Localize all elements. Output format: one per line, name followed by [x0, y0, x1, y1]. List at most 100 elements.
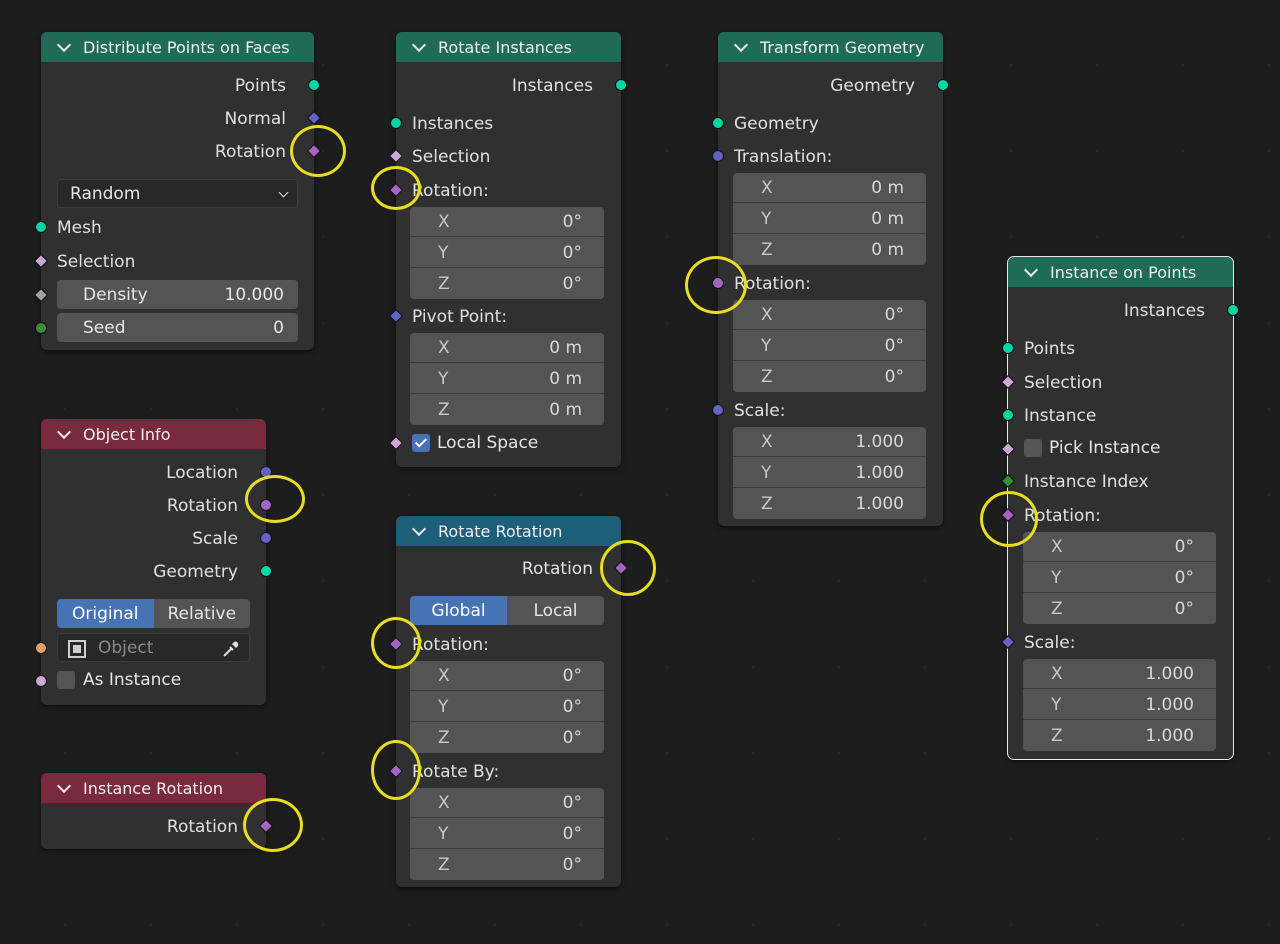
rotation-y-field[interactable]: Y 0°	[410, 238, 604, 268]
collapse-chevron-icon[interactable]	[411, 521, 427, 536]
node-rotate-instances[interactable]: Rotate Instances Instances Instances Sel…	[388, 32, 627, 467]
rotation-x-field[interactable]: X 0°	[410, 661, 604, 691]
collapse-chevron-icon[interactable]	[56, 778, 72, 793]
pivot-y-field[interactable]: Y 0 m	[410, 364, 604, 394]
rotate-by-x-field[interactable]: X 0°	[410, 788, 604, 818]
geometry-socket-icon[interactable]	[1227, 304, 1239, 316]
geometry-socket-icon[interactable]	[390, 117, 402, 129]
vector-field-socket-icon[interactable]	[388, 308, 404, 324]
node-header[interactable]: Instance Rotation	[41, 773, 266, 803]
rotation-z-field[interactable]: Z 0°	[410, 723, 604, 753]
float-field-socket-icon[interactable]	[33, 287, 49, 303]
collapse-chevron-icon[interactable]	[1023, 262, 1039, 277]
translation-z-field[interactable]: Z 0 m	[733, 235, 926, 265]
rotation-socket-icon[interactable]	[712, 277, 724, 289]
geometry-socket-icon[interactable]	[615, 79, 627, 91]
rotation-x-field[interactable]: X 0°	[410, 207, 604, 237]
relative-option[interactable]: Relative	[153, 599, 250, 628]
geometry-socket-icon[interactable]	[308, 79, 320, 91]
node-header[interactable]: Instance on Points	[1008, 257, 1233, 287]
rotation-y-field[interactable]: Y 0°	[410, 692, 604, 722]
rotation-field-socket-icon[interactable]	[388, 763, 404, 779]
vector-socket-icon[interactable]	[260, 532, 272, 544]
geometry-socket-icon[interactable]	[1002, 342, 1014, 354]
rotation-field-socket-icon[interactable]	[388, 636, 404, 652]
geometry-socket-icon[interactable]	[260, 565, 272, 577]
vector-socket-icon[interactable]	[260, 466, 272, 478]
bool-field-socket-icon[interactable]	[1000, 374, 1016, 390]
vector-field-socket-icon[interactable]	[306, 110, 322, 126]
rotation-field-socket-icon[interactable]	[1000, 507, 1016, 523]
node-header[interactable]: Object Info	[41, 419, 266, 449]
bool-field-socket-icon[interactable]	[33, 253, 49, 269]
node-header[interactable]: Transform Geometry	[718, 32, 943, 62]
object-picker-field[interactable]: Object	[57, 633, 250, 662]
geometry-socket-icon[interactable]	[35, 221, 47, 233]
object-socket-icon[interactable]	[35, 642, 47, 654]
translation-x-field[interactable]: X 0 m	[733, 173, 926, 203]
rotation-y-field[interactable]: Y 0°	[1023, 563, 1216, 593]
pivot-z-field[interactable]: Z 0 m	[410, 395, 604, 425]
axis-label: Y	[438, 242, 449, 263]
global-option[interactable]: Global	[410, 596, 507, 625]
rotation-y-field[interactable]: Y 0°	[733, 331, 926, 361]
collapse-chevron-icon[interactable]	[56, 424, 72, 439]
local-option[interactable]: Local	[507, 596, 604, 625]
geometry-socket-icon[interactable]	[1002, 409, 1014, 421]
collapse-chevron-icon[interactable]	[733, 37, 749, 52]
collapse-chevron-icon[interactable]	[56, 37, 72, 52]
bool-field-socket-icon[interactable]	[388, 435, 404, 451]
rotation-z-field[interactable]: Z 0°	[410, 269, 604, 299]
as-instance-checkbox[interactable]	[57, 671, 75, 689]
node-header[interactable]: Rotate Instances	[396, 32, 621, 62]
rotate-by-y-field[interactable]: Y 0°	[410, 819, 604, 849]
int-socket-icon[interactable]	[35, 322, 47, 334]
density-field[interactable]: Density 10.000	[57, 280, 298, 309]
rotate-by-z-field[interactable]: Z 0°	[410, 850, 604, 880]
seed-field[interactable]: Seed 0	[57, 313, 298, 342]
scale-x-field[interactable]: X 1.000	[1023, 659, 1216, 689]
rotation-socket-icon[interactable]	[260, 499, 272, 511]
node-instance-rotation[interactable]: Instance Rotation Rotation	[41, 773, 274, 849]
rotation-vector-fields: X 0° Y 0° Z 0°	[410, 661, 604, 753]
rotation-field-socket-icon[interactable]	[388, 182, 404, 198]
scale-y-field[interactable]: Y 1.000	[1023, 690, 1216, 720]
rotation-field-socket-icon[interactable]	[306, 143, 322, 159]
eyedropper-icon[interactable]	[221, 639, 241, 659]
scale-z-field[interactable]: Z 1.000	[733, 489, 926, 519]
rotation-field-socket-icon[interactable]	[258, 818, 274, 834]
rotation-x-field[interactable]: X 0°	[1023, 532, 1216, 562]
original-option[interactable]: Original	[57, 599, 154, 628]
distribute-method-dropdown[interactable]: Random	[57, 179, 298, 208]
local-space-checkbox[interactable]	[412, 434, 430, 452]
node-instance-on-points[interactable]: Instance on Points Instances Points Sele…	[1000, 256, 1239, 760]
scale-z-field[interactable]: Z 1.000	[1023, 721, 1216, 751]
node-transform-geometry[interactable]: Transform Geometry Geometry Geometry Tra…	[712, 32, 949, 526]
bool-socket-icon[interactable]	[35, 675, 47, 687]
bool-field-socket-icon[interactable]	[1000, 441, 1016, 457]
rotation-x-field[interactable]: X 0°	[733, 300, 926, 330]
node-distribute-points-on-faces[interactable]: Distribute Points on Faces Points Normal…	[33, 32, 322, 350]
rotation-field-socket-icon[interactable]	[613, 560, 629, 576]
scale-y-field[interactable]: Y 1.000	[733, 458, 926, 488]
scale-x-field[interactable]: X 1.000	[733, 427, 926, 457]
geometry-socket-icon[interactable]	[712, 117, 724, 129]
node-object-info[interactable]: Object Info Location Rotation Scale Geom…	[35, 419, 272, 705]
vector-field-socket-icon[interactable]	[1000, 634, 1016, 650]
vector-socket-icon[interactable]	[712, 150, 724, 162]
pivot-x-field[interactable]: X 0 m	[410, 333, 604, 363]
collapse-chevron-icon[interactable]	[411, 37, 427, 52]
axis-value: 0°	[562, 728, 582, 748]
socket-label: Instances	[412, 113, 494, 134]
vector-socket-icon[interactable]	[712, 404, 724, 416]
int-field-socket-icon[interactable]	[1000, 473, 1016, 489]
node-rotate-rotation[interactable]: Rotate Rotation Rotation Global Local Ro…	[388, 516, 629, 887]
translation-y-field[interactable]: Y 0 m	[733, 204, 926, 234]
bool-field-socket-icon[interactable]	[388, 148, 404, 164]
rotation-z-field[interactable]: Z 0°	[1023, 594, 1216, 624]
pick-instance-checkbox[interactable]	[1024, 439, 1042, 457]
rotation-z-field[interactable]: Z 0°	[733, 362, 926, 392]
geometry-socket-icon[interactable]	[937, 79, 949, 91]
node-header[interactable]: Rotate Rotation	[396, 516, 621, 546]
node-header[interactable]: Distribute Points on Faces	[41, 32, 314, 62]
